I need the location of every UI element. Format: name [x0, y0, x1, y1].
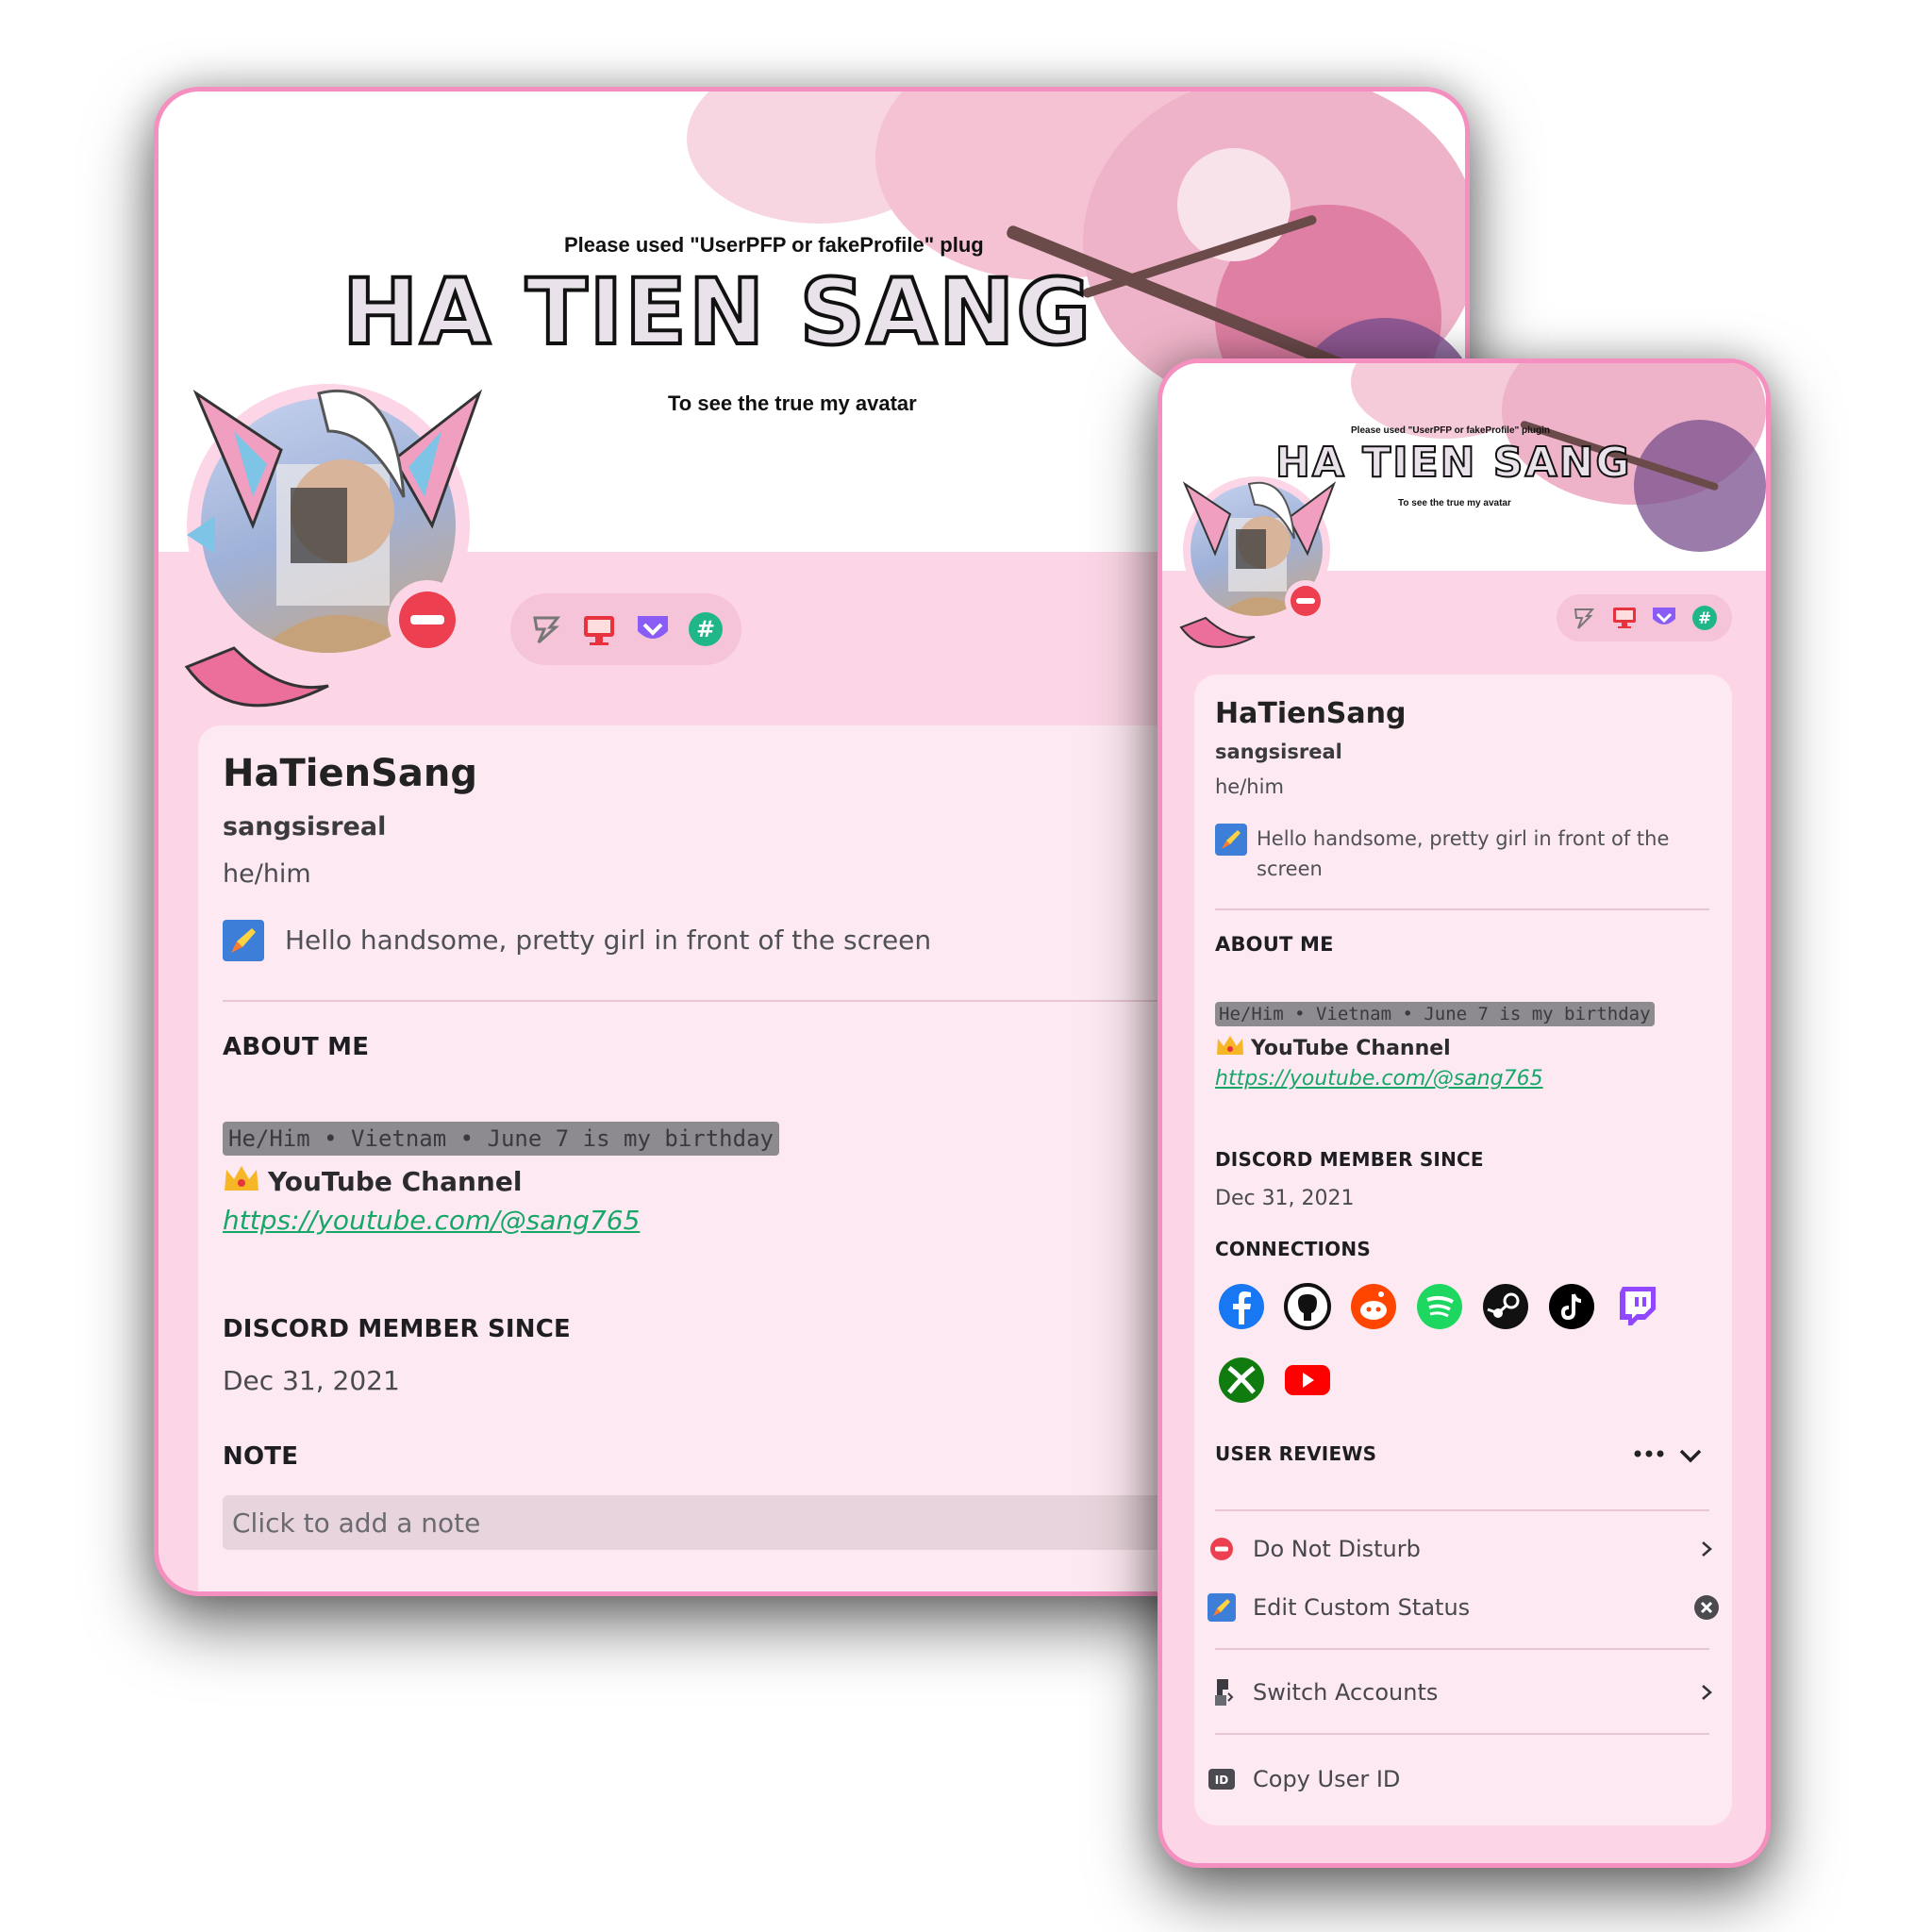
menu-label: Switch Accounts: [1253, 1679, 1439, 1706]
status-dnd-indicator: [1285, 580, 1326, 622]
chevron-down-icon[interactable]: [1678, 1446, 1703, 1469]
divider: [1215, 1648, 1709, 1650]
menu-item-copy-user-id[interactable]: ID Copy User ID: [1196, 1754, 1721, 1805]
chevron-right-icon: [1692, 1540, 1721, 1558]
username: sangsisreal: [1215, 741, 1342, 763]
about-me-heading: ABOUT ME: [1215, 933, 1334, 956]
rocket-emoji-icon: [223, 920, 264, 961]
pronouns: he/him: [1215, 775, 1284, 798]
divider: [1215, 1509, 1709, 1511]
xbox-icon[interactable]: [1215, 1354, 1268, 1407]
menu-item-edit-custom-status[interactable]: Edit Custom Status: [1196, 1582, 1721, 1633]
hypesquad-badge-icon[interactable]: [527, 610, 565, 648]
member-since-date: Dec 31, 2021: [1215, 1187, 1355, 1210]
display-name: HaTienSang: [1215, 697, 1407, 730]
pronouns: he/him: [223, 859, 311, 889]
user-reviews-heading: USER REVIEWS: [1215, 1442, 1377, 1465]
youtube-link[interactable]: https://youtube.com/@sang765: [1215, 1067, 1543, 1091]
id-icon: ID: [1206, 1767, 1238, 1791]
spotify-icon[interactable]: [1413, 1280, 1466, 1333]
menu-label: Copy User ID: [1253, 1766, 1401, 1792]
shield-badge-icon[interactable]: [1650, 604, 1678, 632]
member-since-heading: DISCORD MEMBER SINCE: [1215, 1148, 1484, 1171]
custom-status[interactable]: Hello handsome, pretty girl in front of …: [1215, 824, 1706, 884]
crown-emoji-icon: [223, 1162, 260, 1201]
menu-item-switch-accounts[interactable]: Switch Accounts: [1196, 1667, 1721, 1718]
username: sangsisreal: [223, 812, 387, 841]
reddit-icon[interactable]: [1347, 1280, 1400, 1333]
nitro-desktop-icon[interactable]: [580, 610, 618, 648]
more-options-icon[interactable]: [1632, 1444, 1670, 1467]
member-since-date: Dec 31, 2021: [223, 1365, 400, 1396]
youtube-channel-line: YouTube Channel: [1215, 1033, 1451, 1063]
note-heading: NOTE: [223, 1442, 299, 1471]
shield-badge-icon[interactable]: [634, 610, 672, 648]
facebook-icon[interactable]: [1215, 1280, 1268, 1333]
twitch-icon[interactable]: [1611, 1280, 1664, 1333]
connections-heading: CONNECTIONS: [1215, 1238, 1371, 1260]
dnd-status-icon: [1206, 1537, 1238, 1561]
about-code-line: He/Him • Vietnam • June 7 is my birthday: [1215, 1002, 1655, 1026]
connections-list: [1215, 1280, 1706, 1427]
banner-title: HA TIEN SANG: [341, 258, 1093, 367]
menu-label: Edit Custom Status: [1253, 1594, 1471, 1621]
menu-item-do-not-disturb[interactable]: Do Not Disturb: [1196, 1524, 1721, 1574]
github-icon[interactable]: [1281, 1280, 1334, 1333]
hashtag-badge-icon[interactable]: #: [1690, 604, 1719, 632]
divider: [1215, 1733, 1709, 1735]
rocket-emoji-icon: [1215, 824, 1247, 856]
youtube-channel-line: YouTube Channel: [223, 1162, 522, 1201]
menu-label: Do Not Disturb: [1253, 1536, 1421, 1562]
avatar-decoration: [184, 389, 483, 708]
switch-accounts-icon: [1206, 1676, 1238, 1708]
svg-text:ID: ID: [1215, 1774, 1228, 1787]
badge-list: #: [1557, 594, 1732, 641]
custom-status-text: Hello handsome, pretty girl in front of …: [1257, 827, 1670, 880]
rocket-emoji-icon: [1206, 1593, 1238, 1622]
youtube-channel-label: YouTube Channel: [268, 1166, 523, 1197]
custom-status[interactable]: Hello handsome, pretty girl in front of …: [223, 920, 931, 961]
youtube-icon[interactable]: [1281, 1354, 1334, 1407]
member-since-heading: DISCORD MEMBER SINCE: [223, 1315, 571, 1343]
svg-text:#: #: [1698, 609, 1711, 628]
tiktok-icon[interactable]: [1545, 1280, 1598, 1333]
status-dnd-indicator: [388, 580, 467, 659]
steam-icon[interactable]: [1479, 1280, 1532, 1333]
hypesquad-badge-icon[interactable]: [1570, 604, 1598, 632]
svg-text:#: #: [696, 616, 715, 642]
crown-emoji-icon: [1215, 1033, 1245, 1063]
chevron-right-icon: [1692, 1683, 1721, 1702]
about-code-line: He/Him • Vietnam • June 7 is my birthday: [223, 1122, 779, 1156]
hashtag-badge-icon[interactable]: #: [687, 610, 724, 648]
youtube-channel-label: YouTube Channel: [1251, 1036, 1451, 1060]
about-me-heading: ABOUT ME: [223, 1033, 370, 1061]
banner-caption-top-small: Please used "UserPFP or fakeProfile" plu…: [1351, 425, 1551, 436]
banner-caption-top: Please used "UserPFP or fakeProfile" plu…: [564, 233, 984, 257]
profile-card-small: Please used "UserPFP or fakeProfile" plu…: [1158, 358, 1771, 1868]
nitro-desktop-icon[interactable]: [1610, 604, 1639, 632]
banner-caption-bottom-small: To see the true my avatar: [1398, 498, 1511, 508]
youtube-link[interactable]: https://youtube.com/@sang765: [223, 1205, 640, 1236]
divider: [1215, 908, 1709, 910]
clear-status-icon[interactable]: [1692, 1594, 1721, 1621]
display-name: HaTienSang: [223, 752, 477, 795]
badge-list: #: [510, 593, 741, 665]
avatar-decoration: [1179, 481, 1337, 648]
custom-status-text: Hello handsome, pretty girl in front of …: [285, 924, 932, 956]
banner-caption-bottom: To see the true my avatar: [668, 391, 917, 415]
